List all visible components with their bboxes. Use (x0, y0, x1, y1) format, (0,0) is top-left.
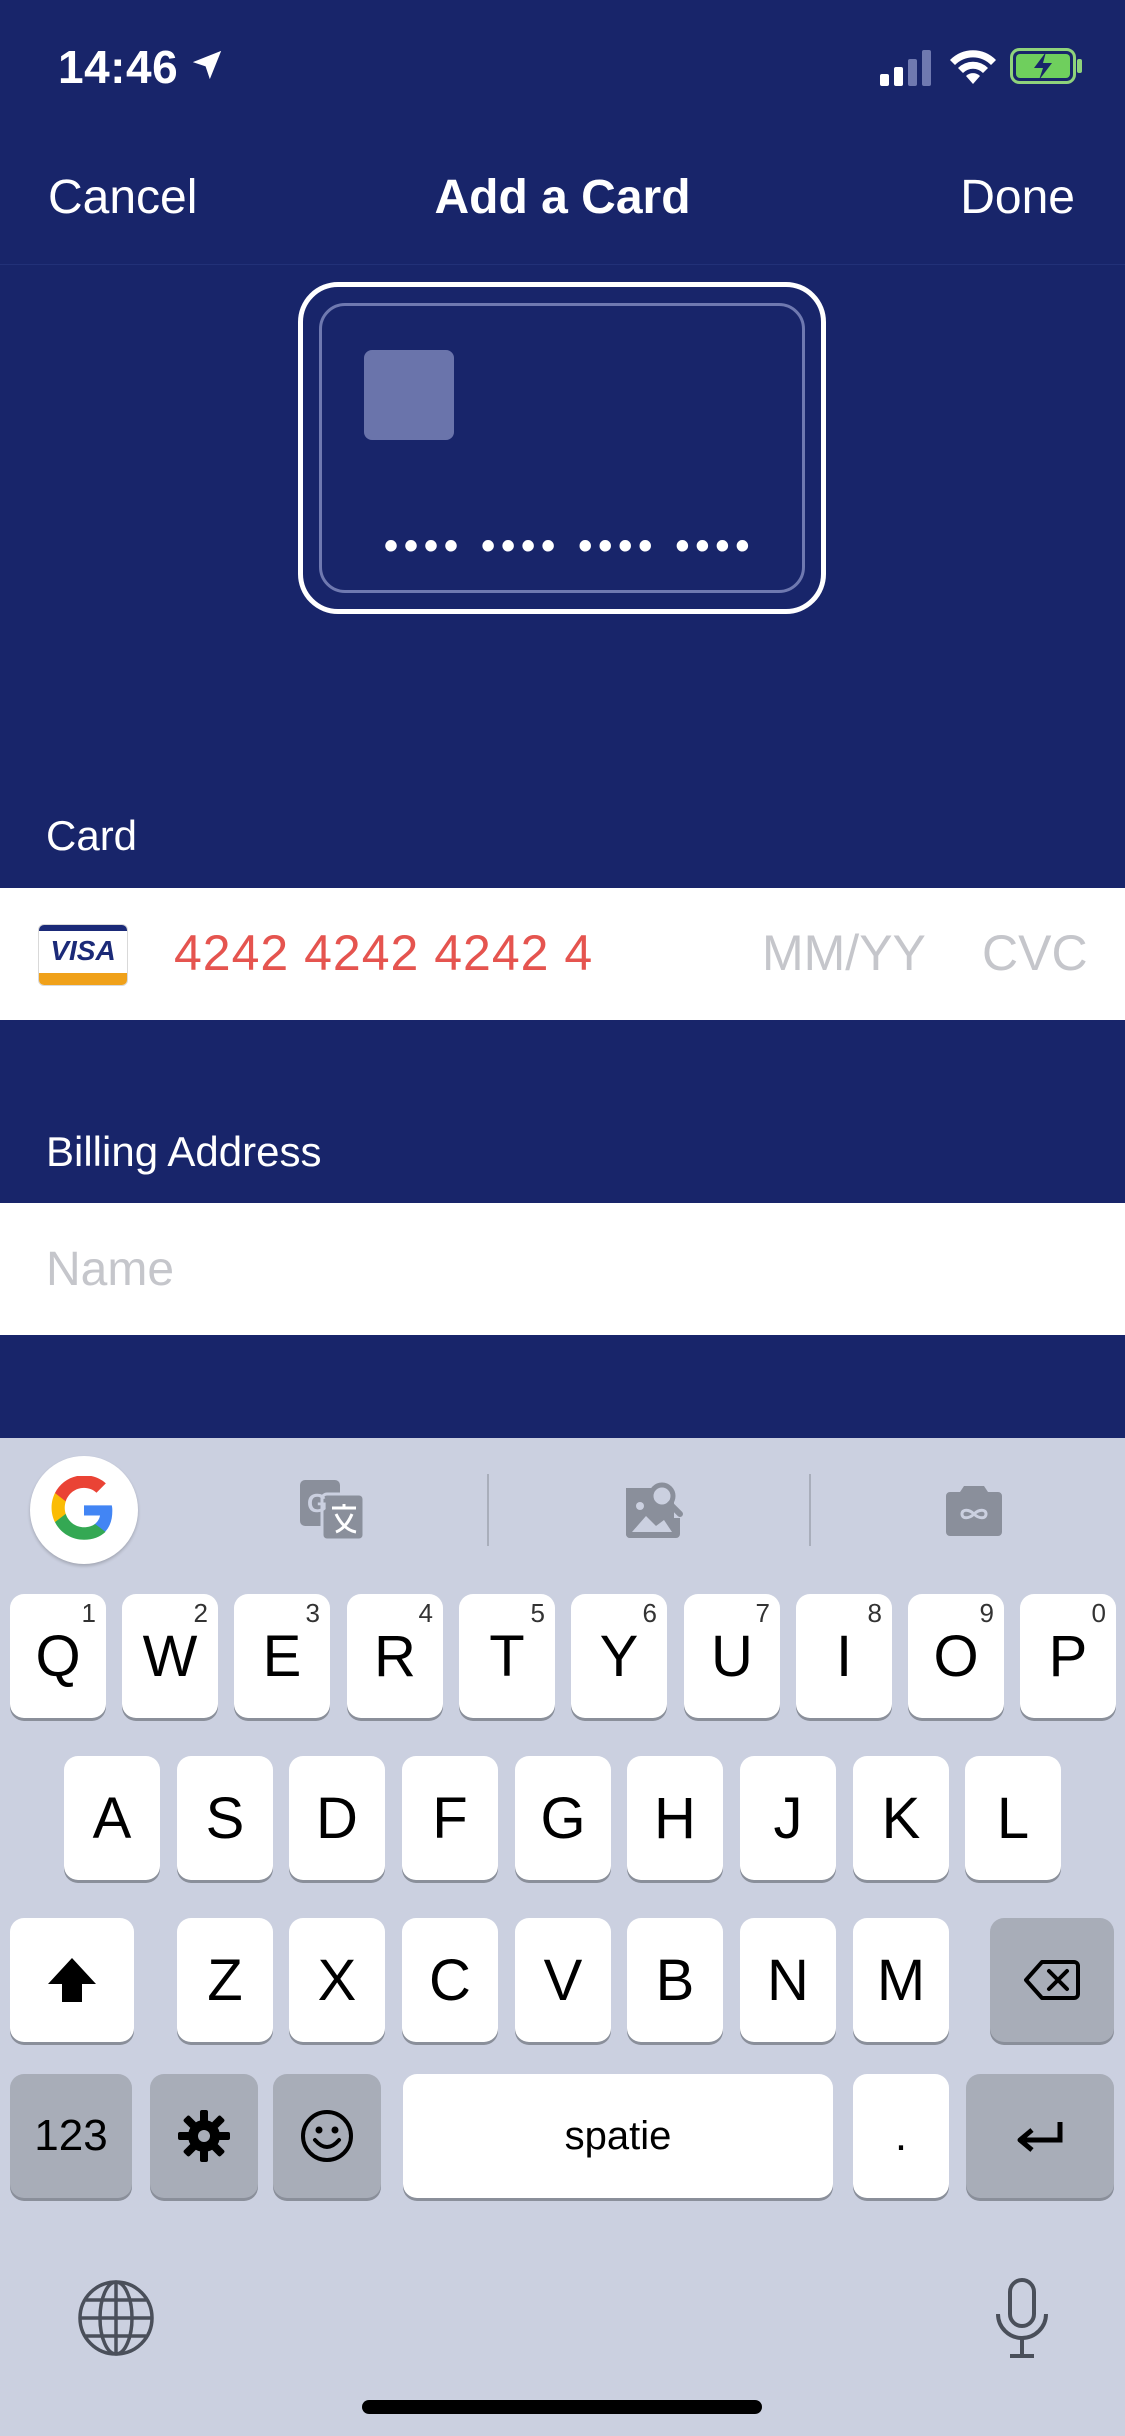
card-section-label: Card (46, 812, 138, 859)
key-o[interactable]: 9O (908, 1594, 1004, 1718)
key-i[interactable]: 8I (796, 1594, 892, 1718)
key-n[interactable]: N (740, 1918, 836, 2042)
page-title: Add a Card (434, 171, 691, 224)
key-hint: 9 (979, 1598, 994, 1628)
key-hint: 2 (193, 1598, 208, 1628)
card-masked-number: •••• •••• •••• •••• (384, 524, 756, 568)
location-arrow-icon (192, 50, 222, 80)
cvc-field[interactable]: CVC (982, 924, 1088, 982)
shift-icon (48, 1958, 96, 2002)
key-r[interactable]: 4R (347, 1594, 443, 1718)
billing-section-label: Billing Address (46, 1128, 322, 1175)
expiry-field[interactable]: MM/YY (762, 924, 926, 982)
key-u[interactable]: 7U (684, 1594, 780, 1718)
period-key[interactable]: . (853, 2074, 949, 2198)
key-y[interactable]: 6Y (571, 1594, 667, 1718)
card-chip (364, 350, 454, 440)
key-l[interactable]: L (965, 1756, 1061, 1880)
gear-icon (178, 2110, 230, 2162)
key-hint: 7 (755, 1598, 770, 1628)
key-b[interactable]: B (627, 1918, 723, 2042)
visa-stripe-top (39, 925, 127, 931)
key-m[interactable]: M (853, 1918, 949, 2042)
key-label: P (1048, 1623, 1088, 1689)
shift-key[interactable] (10, 1918, 134, 2042)
key-hint: 3 (305, 1598, 320, 1628)
toolbar-divider (487, 1474, 489, 1546)
key-h[interactable]: H (627, 1756, 723, 1880)
key-s[interactable]: S (177, 1756, 273, 1880)
key-v[interactable]: V (515, 1918, 611, 2042)
emoji-icon (301, 2110, 353, 2162)
camera-icon[interactable] (938, 1474, 1010, 1546)
home-indicator[interactable] (362, 2400, 762, 2414)
card-preview-inner: •••• •••• •••• •••• (319, 303, 805, 593)
key-label: T (489, 1623, 525, 1689)
key-hint: 0 (1091, 1598, 1106, 1628)
svg-text:G: G (307, 1488, 327, 1518)
toolbar-divider (809, 1474, 811, 1546)
key-label: Q (35, 1623, 81, 1689)
key-j[interactable]: J (740, 1756, 836, 1880)
name-input-row[interactable] (0, 1203, 1125, 1335)
status-time: 14:46 (58, 41, 179, 93)
done-button[interactable]: Done (960, 170, 1075, 225)
key-k[interactable]: K (853, 1756, 949, 1880)
card-input-row[interactable]: VISA 4242 4242 4242 4 MM/YY CVC (0, 888, 1125, 1020)
keyboard-toolbar: G (0, 1438, 1125, 1578)
visa-stripe-bottom (39, 973, 127, 985)
key-t[interactable]: 5T (459, 1594, 555, 1718)
key-label: E (262, 1623, 302, 1689)
key-q[interactable]: 1Q (10, 1594, 106, 1718)
return-key[interactable] (966, 2074, 1114, 2198)
nav-bar: Cancel Add a Card Done (0, 150, 1125, 265)
key-label: U (711, 1623, 753, 1689)
google-icon (51, 1476, 113, 1540)
signal-icon (880, 50, 931, 86)
key-label: O (933, 1623, 979, 1689)
card-number-field[interactable]: 4242 4242 4242 4 (174, 924, 593, 982)
key-hint: 8 (867, 1598, 882, 1628)
key-w[interactable]: 2W (122, 1594, 218, 1718)
name-input[interactable] (46, 1237, 1046, 1301)
settings-key[interactable] (150, 2074, 258, 2198)
key-hint: 4 (418, 1598, 433, 1628)
key-label: Y (599, 1623, 639, 1689)
backspace-key[interactable] (990, 1918, 1114, 2042)
translate-icon[interactable]: G (296, 1474, 368, 1546)
return-icon (1017, 2122, 1063, 2152)
microphone-icon[interactable] (990, 2276, 1054, 2362)
battery-charging-icon (1010, 48, 1082, 84)
key-p[interactable]: 0P (1020, 1594, 1116, 1718)
backspace-icon (1024, 1960, 1080, 2000)
key-z[interactable]: Z (177, 1918, 273, 2042)
emoji-key[interactable] (273, 2074, 381, 2198)
key-a[interactable]: A (64, 1756, 160, 1880)
space-key[interactable]: spatie (403, 2074, 833, 2198)
numbers-key[interactable]: 123 (10, 2074, 132, 2198)
keyboard: G 1Q 2W 3E 4R 5T 6Y 7U 8I 9O 0P A S D F … (0, 1438, 1125, 2436)
key-label: R (374, 1623, 416, 1689)
key-f[interactable]: F (402, 1756, 498, 1880)
key-g[interactable]: G (515, 1756, 611, 1880)
card-brand-label: VISA (50, 935, 116, 966)
key-x[interactable]: X (289, 1918, 385, 2042)
card-preview: •••• •••• •••• •••• (298, 282, 826, 614)
status-bar: 14:46 (0, 0, 1125, 132)
key-hint: 1 (81, 1598, 96, 1628)
google-button[interactable] (30, 1456, 138, 1564)
key-hint: 6 (642, 1598, 657, 1628)
key-label: I (835, 1623, 853, 1689)
wifi-icon (950, 50, 996, 84)
key-e[interactable]: 3E (234, 1594, 330, 1718)
key-d[interactable]: D (289, 1756, 385, 1880)
key-hint: 5 (530, 1598, 545, 1628)
key-label: W (142, 1623, 198, 1689)
visa-icon: VISA (38, 924, 128, 986)
image-search-icon[interactable] (618, 1474, 690, 1546)
globe-icon[interactable] (76, 2278, 156, 2358)
key-c[interactable]: C (402, 1918, 498, 2042)
